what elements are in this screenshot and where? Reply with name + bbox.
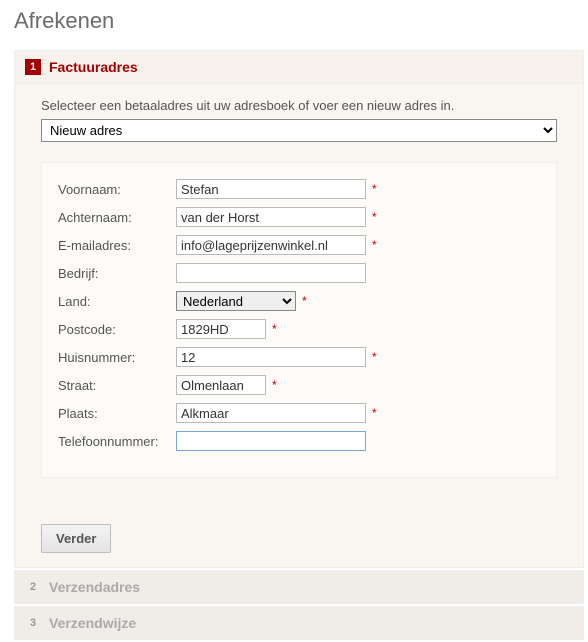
input-huisnummer[interactable]	[176, 347, 366, 367]
label-voornaam: Voornaam:	[58, 182, 176, 197]
input-plaats[interactable]	[176, 403, 366, 423]
step-title-3: Verzendwijze	[49, 615, 136, 631]
required-email: *	[372, 238, 377, 252]
step-number-2: 2	[25, 579, 41, 595]
input-email[interactable]	[176, 235, 366, 255]
step-number-1: 1	[25, 59, 41, 75]
step-billing-header[interactable]: 1 Factuuradres	[15, 51, 583, 84]
label-straat: Straat:	[58, 378, 176, 393]
input-voornaam[interactable]	[176, 179, 366, 199]
required-plaats: *	[372, 406, 377, 420]
label-land: Land:	[58, 294, 176, 309]
step-shipping-panel: 2 Verzendadres	[14, 570, 584, 604]
address-select[interactable]: Nieuw adres	[41, 119, 557, 142]
label-email: E-mailadres:	[58, 238, 176, 253]
required-voornaam: *	[372, 182, 377, 196]
input-telefoon[interactable]	[176, 431, 366, 451]
select-land[interactable]: Nederland	[176, 291, 296, 311]
input-bedrijf[interactable]	[176, 263, 366, 283]
label-huisnummer: Huisnummer:	[58, 350, 176, 365]
required-straat: *	[272, 378, 277, 392]
required-achternaam: *	[372, 210, 377, 224]
step-title-2: Verzendadres	[49, 579, 140, 595]
continue-button[interactable]: Verder	[41, 524, 111, 553]
label-achternaam: Achternaam:	[58, 210, 176, 225]
page-title: Afrekenen	[14, 8, 584, 34]
step-title-1: Factuuradres	[49, 59, 138, 75]
label-telefoon: Telefoonnummer:	[58, 434, 176, 449]
input-achternaam[interactable]	[176, 207, 366, 227]
step-shipmethod-panel: 3 Verzendwijze	[14, 606, 584, 640]
step-shipping-header[interactable]: 2 Verzendadres	[15, 571, 583, 603]
label-plaats: Plaats:	[58, 406, 176, 421]
input-straat[interactable]	[176, 375, 266, 395]
label-postcode: Postcode:	[58, 322, 176, 337]
step-billing-panel: 1 Factuuradres Selecteer een betaaladres…	[14, 50, 584, 568]
step-shipmethod-header[interactable]: 3 Verzendwijze	[15, 607, 583, 639]
required-land: *	[302, 294, 307, 308]
intro-text: Selecteer een betaaladres uit uw adresbo…	[41, 98, 557, 113]
billing-form: Voornaam: * Achternaam: * E-mailadres: *…	[41, 162, 557, 478]
required-postcode: *	[272, 322, 277, 336]
required-huisnummer: *	[372, 350, 377, 364]
step-billing-body: Selecteer een betaaladres uit uw adresbo…	[15, 84, 583, 496]
label-bedrijf: Bedrijf:	[58, 266, 176, 281]
step-number-3: 3	[25, 615, 41, 631]
input-postcode[interactable]	[176, 319, 266, 339]
